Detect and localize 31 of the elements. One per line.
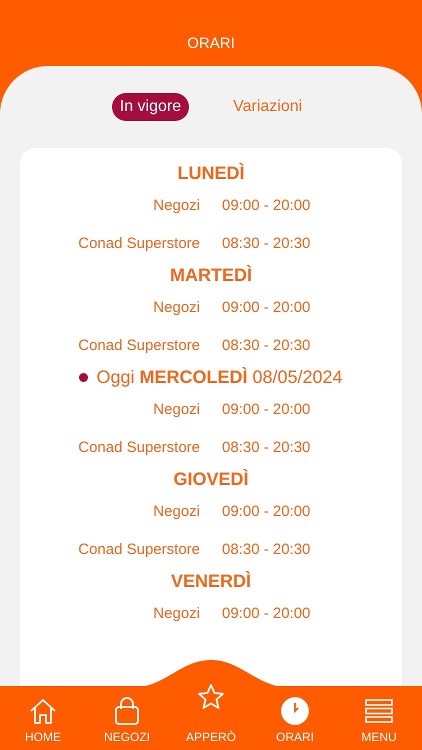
day-heading: LUNEDÌ bbox=[178, 162, 244, 184]
nav-item[interactable]: ORARI bbox=[260, 686, 330, 750]
day-heading: MARTEDÌ bbox=[170, 264, 252, 286]
opening-hours: 09:00 - 20:00 bbox=[222, 502, 310, 520]
day-heading: Oggi MERCOLEDÌ 08/05/2024 bbox=[96, 366, 343, 388]
nav-item[interactable]: NEGOZI bbox=[92, 686, 162, 750]
opening-hours: 08:30 - 20:30 bbox=[222, 234, 310, 252]
opening-hours: 09:00 - 20:00 bbox=[222, 196, 310, 214]
opening-hours: 09:00 - 20:00 bbox=[222, 400, 310, 418]
opening-hours: 09:00 - 20:00 bbox=[222, 298, 310, 316]
store-label: Negozi bbox=[152, 502, 200, 520]
store-label: Negozi bbox=[152, 400, 200, 418]
tab[interactable]: In vigore bbox=[112, 93, 190, 121]
opening-hours: 09:00 - 20:00 bbox=[222, 604, 310, 622]
store-label: Negozi bbox=[152, 604, 200, 622]
store-label: Conad Superstore bbox=[77, 336, 200, 354]
nav-item[interactable]: MENU bbox=[344, 686, 414, 750]
opening-hours: 08:30 - 20:30 bbox=[222, 336, 310, 354]
page-title: ORARI bbox=[187, 35, 235, 52]
store-label: Conad Superstore bbox=[77, 438, 200, 456]
opening-hours: 08:30 - 20:30 bbox=[222, 438, 310, 456]
tab[interactable]: Variazioni bbox=[225, 93, 310, 121]
store-label: Conad Superstore bbox=[77, 540, 200, 558]
nav-item[interactable]: APPERÒ bbox=[176, 686, 246, 750]
store-label: Negozi bbox=[152, 298, 200, 316]
nav-item[interactable]: HOME bbox=[8, 686, 78, 750]
opening-hours: 08:30 - 20:30 bbox=[222, 540, 310, 558]
day-heading: GIOVEDÌ bbox=[173, 468, 248, 490]
store-label: Conad Superstore bbox=[77, 234, 200, 252]
day-heading: VENERDÌ bbox=[170, 570, 251, 592]
store-label: Negozi bbox=[152, 196, 200, 214]
